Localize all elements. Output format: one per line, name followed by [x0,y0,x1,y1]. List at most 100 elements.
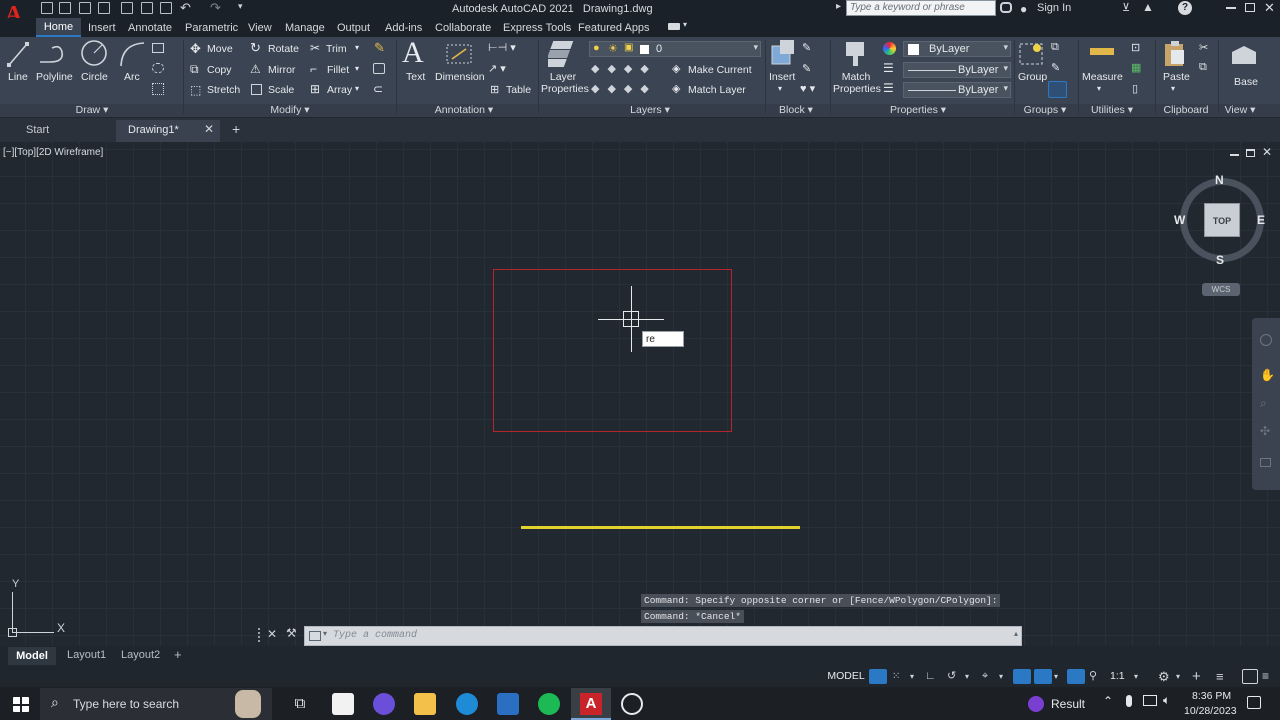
match-layer-icon[interactable]: ◈ [672,82,680,95]
user-icon[interactable]: ● [1020,2,1031,16]
command-history-toggle-icon[interactable]: ▴ [1014,629,1018,638]
close-tab-icon[interactable]: ✕ [204,122,214,136]
viewport-close-icon[interactable]: ✕ [1262,145,1272,159]
fillet-icon[interactable]: ⌐ [310,62,317,76]
layout-tab-layout1[interactable]: Layout1 [67,649,106,661]
viewport-controls[interactable]: [−][Top][2D Wireframe] [3,147,103,158]
clean-screen-icon[interactable] [1242,669,1258,684]
steering-wheel-icon[interactable] [1260,334,1272,346]
group-button[interactable]: Group [1018,71,1047,83]
array-button[interactable]: Array [327,84,352,96]
compass-west[interactable]: W [1174,213,1185,227]
new-tab-icon[interactable]: + [232,121,240,137]
measure-icon[interactable] [1090,48,1114,55]
tab-view[interactable]: View [248,20,272,36]
navigation-bar[interactable]: ✋ ⌕ ✣ [1252,318,1280,490]
orbit-icon[interactable]: ✣ [1260,424,1270,438]
result-label[interactable]: Result [1051,697,1085,711]
tab-add-ins[interactable]: Add-ins [385,20,422,36]
cut-icon[interactable]: ✂ [1199,41,1208,54]
help-icon[interactable]: ? [1178,1,1192,15]
paste-dropdown-icon[interactable]: ▾ [1171,84,1175,93]
isodraft-dropdown-icon[interactable]: ▾ [999,669,1009,684]
chevron-down-icon[interactable]: ▾ [323,629,327,638]
layers-panel-title[interactable]: Layers ▾ [626,104,674,116]
sign-in-link[interactable]: Sign In [1037,2,1071,14]
copy-icon[interactable]: ⧉ [190,62,199,77]
scale-icon[interactable] [251,84,262,95]
move-icon[interactable]: ✥ [190,41,201,57]
stretch-icon[interactable]: ⬚ [190,83,201,97]
mirror-icon[interactable]: ⚠ [250,62,261,76]
match-properties-button[interactable]: Match Properties [833,71,881,95]
undo-icon[interactable]: ↶ [180,0,191,16]
dynamic-input-box[interactable]: re [642,331,684,347]
new-icon[interactable] [41,2,53,14]
erase-icon[interactable]: ✎ [374,40,385,56]
viewport-restore-icon[interactable] [1246,149,1255,157]
command-input[interactable]: ▾ Type a command ▴ [304,626,1022,646]
annotation-monitor-icon[interactable]: + [1192,669,1208,684]
workspace-dropdown-icon[interactable]: ▾ [1176,669,1186,684]
color-wheel-icon[interactable] [883,42,896,55]
make-current-button[interactable]: Make Current [688,64,752,76]
scale-button[interactable]: Scale [268,84,294,96]
line-icon[interactable] [6,40,30,68]
trim-button[interactable]: Trim [326,43,347,55]
spotify-icon[interactable] [538,693,560,715]
offset-icon[interactable]: ⊂ [373,82,383,96]
rotate-button[interactable]: Rotate [268,43,299,55]
tab-output[interactable]: Output [337,20,370,36]
boundary-icon[interactable] [152,83,164,95]
compass-north[interactable]: N [1215,173,1224,187]
ribbon-toggle-icon[interactable] [668,23,680,30]
text-icon[interactable]: A [402,36,424,70]
base-view-icon[interactable] [1230,42,1258,68]
search-expand-icon[interactable]: ▸ [836,1,841,12]
table-button[interactable]: Table [506,84,531,96]
file-explorer-icon[interactable] [414,693,436,715]
new-layout-icon[interactable]: + [174,647,182,662]
array-dropdown-icon[interactable]: ▾ [355,84,359,93]
help-search-box[interactable]: Type a keyword or phrase [846,0,996,16]
osnap-dropdown-icon[interactable]: ▾ [1054,669,1064,684]
leader-icon[interactable]: ↗ ▾ [488,62,506,75]
polar-dropdown-icon[interactable]: ▾ [965,669,975,684]
file-tab-start[interactable]: Start [0,120,115,142]
color-dropdown[interactable]: ByLayer ▾ [903,41,1011,57]
clock-time[interactable]: 8:36 PM [1192,690,1231,702]
base-button[interactable]: Base [1234,76,1258,88]
object-snap-icon[interactable] [1034,669,1052,684]
snap-dropdown-icon[interactable]: ▾ [910,669,920,684]
fillet-dropdown-icon[interactable]: ▾ [355,64,359,73]
text-button[interactable]: Text [406,71,425,83]
customization-icon[interactable]: ≡ [1216,669,1232,684]
trim-dropdown-icon[interactable]: ▾ [355,43,359,52]
microphone-icon[interactable] [1126,695,1132,707]
save-as-icon[interactable] [98,2,110,14]
binoculars-icon[interactable] [1000,2,1012,13]
tab-express-tools[interactable]: Express Tools [503,20,571,36]
linetype-dropdown[interactable]: ByLayer ▾ [903,62,1011,78]
linetype-icon[interactable]: ☰ [883,61,894,75]
copy-button[interactable]: Copy [207,64,232,76]
block-panel-title[interactable]: Block ▾ [776,104,816,116]
compass-east[interactable]: E [1257,213,1265,227]
polar-icon[interactable]: ↺ [947,669,963,684]
copy-clip-icon[interactable]: ⧉ [1199,61,1207,74]
trim-icon[interactable]: ✂ [310,41,320,55]
notifications-icon[interactable] [1247,696,1261,709]
app-icon-purple[interactable] [373,693,395,715]
tab-insert[interactable]: Insert [88,20,116,36]
app-icon-red[interactable] [621,693,643,715]
block-attribute-icon[interactable]: ♥ ▾ [800,82,815,95]
polyline-button[interactable]: Polyline [36,71,73,83]
fillet-button[interactable]: Fillet [327,64,349,76]
task-view-icon[interactable]: ⧉ [289,693,311,715]
showmotion-icon[interactable] [1260,458,1271,467]
scale-dropdown-icon[interactable]: ▾ [1134,669,1144,684]
edit-block-icon[interactable]: ✎ [802,62,811,75]
tab-featured-apps[interactable]: Featured Apps [578,20,650,36]
view-panel-title[interactable]: View ▾ [1220,104,1260,116]
edge-browser-icon[interactable] [456,693,478,715]
